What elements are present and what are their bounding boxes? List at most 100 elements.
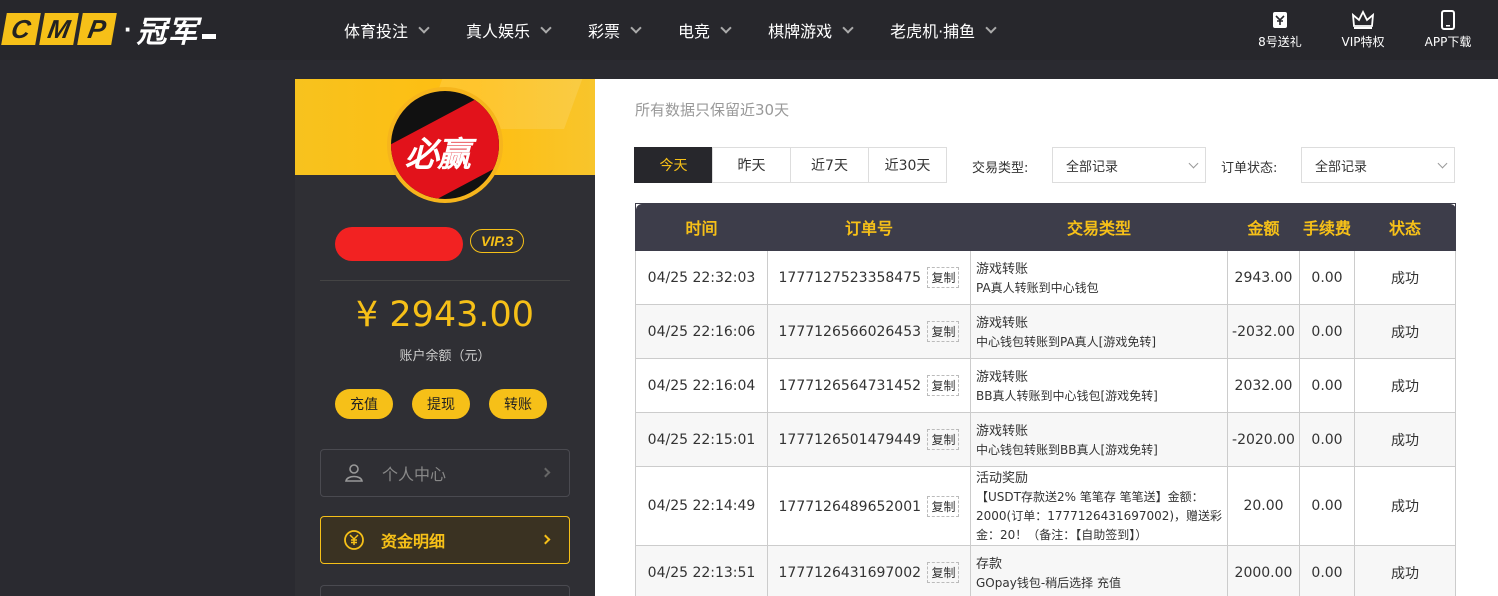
nav-item-label: 体育投注 (344, 22, 409, 41)
nav-item-label: 真人娱乐 (466, 22, 531, 41)
nav-item-esports[interactable]: 电竞 (659, 0, 749, 60)
status-cell: 成功 (1354, 304, 1456, 359)
order-cell: 1777126489652001 复制 (767, 466, 971, 546)
quick-link-gift[interactable]: 8号送礼 (1255, 0, 1305, 60)
nav-item-label: 棋牌游戏 (768, 22, 833, 41)
coin-icon (344, 530, 364, 550)
menu-personal-center[interactable]: 个人中心 (320, 449, 570, 497)
copy-button[interactable]: 复制 (927, 375, 960, 396)
date-range-tabs: 今天 昨天 近7天 近30天 (634, 147, 947, 183)
copy-button[interactable]: 复制 (927, 495, 960, 517)
chevron-right-icon (540, 534, 551, 545)
retention-note: 所有数据只保留近30天 (635, 101, 790, 119)
user-icon (345, 464, 363, 482)
amount-cell: -2032.00 (1227, 304, 1300, 359)
balance-amount: ¥ 2943.00 (355, 295, 535, 335)
nav-item-live-casino[interactable]: 真人娱乐 (447, 0, 569, 60)
avatar-text: 必赢 (405, 135, 471, 175)
menu-fund-details[interactable]: 资金明细 (320, 516, 570, 564)
column-header: 金额 (1227, 203, 1300, 251)
copy-button[interactable]: 复制 (927, 429, 960, 450)
quick-link-app[interactable]: APP下载 (1420, 0, 1476, 60)
menu-next-item[interactable] (320, 585, 570, 596)
time-cell: 04/25 22:13:51 (635, 545, 768, 596)
menu-label: 个人中心 (382, 465, 447, 484)
nav-item-lottery[interactable]: 彩票 (569, 0, 659, 60)
main-nav: 体育投注 真人娱乐 彩票 电竞 棋牌游戏 老虎机·捕鱼 (325, 0, 1014, 60)
fee-cell: 0.00 (1299, 545, 1355, 596)
order-number: 1777126501479449 (778, 432, 922, 448)
type-cell: 游戏转账 BB真人转账到中心钱包[游戏免转] (970, 358, 1228, 413)
nav-item-label: 电竞 (678, 22, 711, 41)
transaction-type-select[interactable]: 全部记录 (1052, 147, 1206, 183)
chevron-down-icon (418, 21, 430, 34)
type-detail: GOpay钱包-稍后选择 充值 (976, 575, 1121, 590)
avatar[interactable]: 必赢 (387, 87, 503, 203)
nav-item-slots-fishing[interactable]: 老虎机·捕鱼 (871, 0, 1014, 60)
select-value: 全部记录 (1315, 159, 1368, 175)
order-number: 1777126566026453 (778, 324, 922, 340)
tab-today[interactable]: 今天 (634, 147, 713, 183)
fund-details-panel: 所有数据只保留近30天 今天 昨天 近7天 近30天 交易类型: 全部记录 订单… (595, 79, 1498, 596)
order-cell: 1777126431697002 复制 (767, 545, 971, 596)
column-header: 订单号 (767, 203, 971, 251)
time-cell: 04/25 22:15:01 (635, 412, 768, 467)
tab-last-7-days[interactable]: 近7天 (790, 147, 869, 183)
chevron-down-icon (985, 21, 997, 34)
time-cell: 04/25 22:16:04 (635, 358, 768, 413)
status-cell: 成功 (1354, 250, 1456, 305)
copy-button[interactable]: 复制 (927, 562, 960, 583)
select-value: 全部记录 (1066, 159, 1119, 175)
fee-cell: 0.00 (1299, 466, 1355, 546)
time-cell: 04/25 22:16:06 (635, 304, 768, 359)
transfer-button[interactable]: 转账 (489, 389, 547, 419)
chevron-down-icon (1437, 158, 1448, 169)
type-cell: 游戏转账 PA真人转账到中心钱包 (970, 250, 1228, 305)
order-cell: 1777126566026453 复制 (767, 304, 971, 359)
order-status-select[interactable]: 全部记录 (1301, 147, 1455, 183)
table-row: 04/25 22:14:49 1777126489652001 复制 活动奖励【… (635, 466, 1456, 546)
type-detail: BB真人转账到中心钱包[游戏免转] (976, 388, 1158, 403)
status-cell: 成功 (1354, 466, 1456, 546)
copy-button[interactable]: 复制 (927, 321, 960, 342)
logo-text: 冠军 (136, 15, 199, 50)
fee-cell: 0.00 (1299, 358, 1355, 413)
type-main: 存款 (976, 556, 1003, 572)
logo-dot: · (124, 13, 133, 44)
order-number: 1777127523358475 (778, 270, 922, 286)
top-bar: C M P · 冠军 体育投注 真人娱乐 彩票 电竞 棋牌游戏 老虎机·捕鱼 8… (0, 0, 1498, 60)
quick-link-label: APP下载 (1424, 35, 1472, 49)
chevron-down-icon (842, 21, 854, 34)
transactions-table: 时间 订单号 交易类型 金额 手续费 状态 04/25 22:32:03 177… (635, 203, 1456, 596)
crown-icon (1351, 10, 1375, 29)
vip-badge: VIP.3 (470, 229, 525, 253)
tab-last-30-days[interactable]: 近30天 (868, 147, 947, 183)
site-logo[interactable]: C M P · 冠军 (1, 12, 216, 50)
chevron-down-icon (1188, 158, 1199, 169)
username-redacted (335, 227, 463, 261)
tab-yesterday[interactable]: 昨天 (712, 147, 791, 183)
nav-item-card-games[interactable]: 棋牌游戏 (749, 0, 871, 60)
order-number: 1777126564731452 (778, 378, 922, 394)
amount-cell: 20.00 (1227, 466, 1300, 546)
quick-link-label: 8号送礼 (1258, 35, 1302, 49)
column-header: 时间 (635, 203, 768, 251)
quick-link-vip[interactable]: VIP特权 (1337, 0, 1389, 60)
withdraw-button[interactable]: 提现 (412, 389, 470, 419)
nav-item-sports[interactable]: 体育投注 (325, 0, 447, 60)
status-cell: 成功 (1354, 358, 1456, 413)
transaction-type-label: 交易类型: (972, 161, 1029, 176)
amount-cell: -2020.00 (1227, 412, 1300, 467)
deposit-button[interactable]: 充值 (335, 389, 393, 419)
order-cell: 1777126501479449 复制 (767, 412, 971, 467)
column-header: 交易类型 (970, 203, 1228, 251)
nav-item-label: 彩票 (588, 22, 621, 41)
type-main: 游戏转账 (976, 369, 1029, 385)
order-number: 1777126431697002 (778, 565, 922, 581)
type-cell: 存款 GOpay钱包-稍后选择 充值 (970, 545, 1228, 596)
ticket-icon (1273, 12, 1287, 28)
account-sidebar: 必赢 VIP.3 ¥ 2943.00 账户余额（元） 充值 提现 转账 个人中心… (295, 79, 595, 596)
order-cell: 1777127523358475 复制 (767, 250, 971, 305)
column-header: 手续费 (1299, 203, 1355, 251)
copy-button[interactable]: 复制 (927, 267, 960, 288)
